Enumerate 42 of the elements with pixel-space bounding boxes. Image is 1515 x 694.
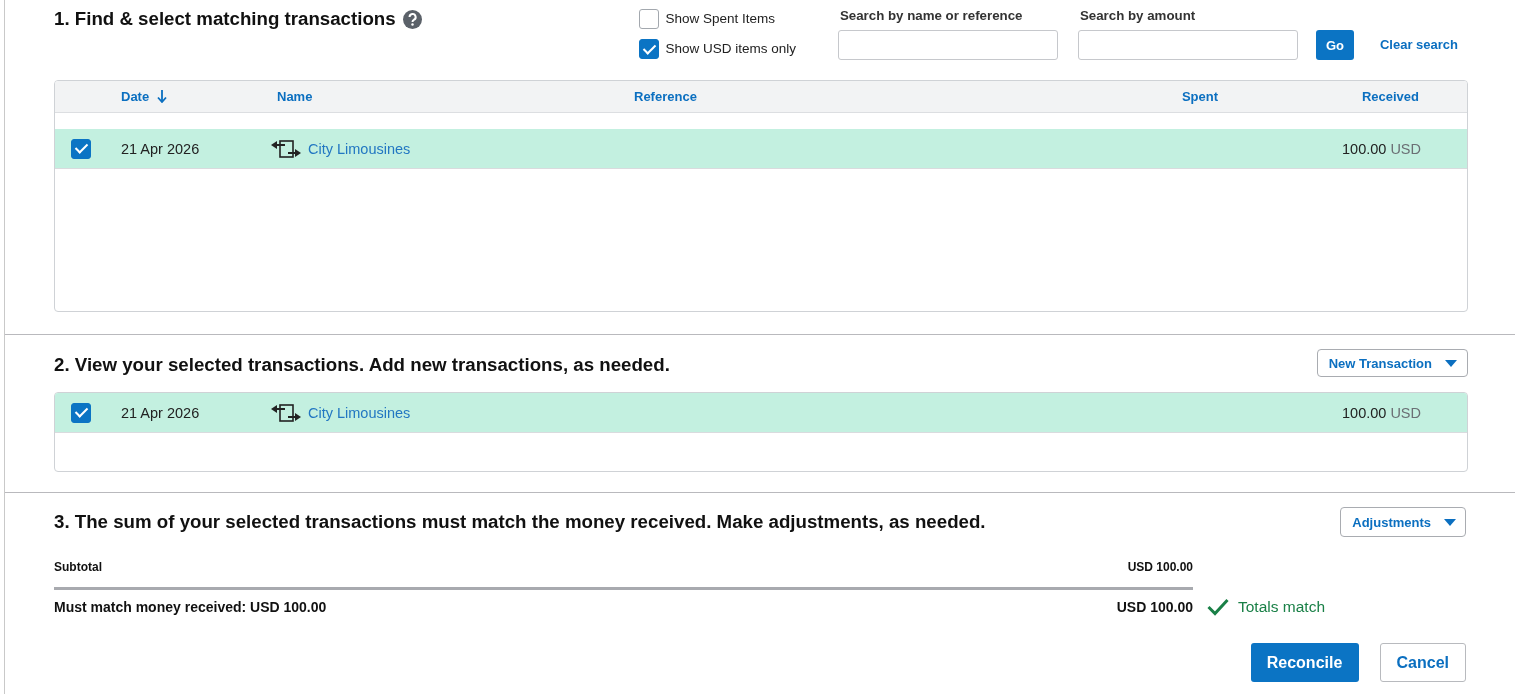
section-title: 1. Find & select matching transactions	[54, 8, 396, 30]
cancel-button[interactable]: Cancel	[1379, 643, 1466, 682]
field-label: Search by name or reference	[839, 8, 1023, 24]
must-match-label: Must match money received: USD 100.00	[54, 599, 327, 615]
caret-icon	[1445, 359, 1457, 367]
checkbox[interactable]	[639, 9, 660, 29]
name-link[interactable]: City Limousines	[308, 140, 411, 157]
name-link[interactable]: City Limousines	[308, 404, 411, 421]
subtotal-label: Subtotal	[54, 560, 102, 574]
new-transaction-button[interactable]: New Transaction	[1316, 349, 1468, 377]
transfer-icon	[271, 401, 301, 424]
clear-search-link[interactable]: Clear search	[1379, 37, 1458, 53]
checkbox-label[interactable]: Show Spent Items	[665, 10, 775, 28]
section-title: 2. View your selected transactions. Add new transactions, as needed.	[54, 354, 670, 376]
search-field[interactable]	[837, 30, 1058, 60]
checkbox[interactable]	[639, 39, 660, 59]
transfer-icon	[271, 137, 301, 160]
currency-text: USD	[1390, 404, 1421, 421]
reconcile-button[interactable]: Reconcile	[1250, 643, 1359, 682]
search-field[interactable]	[1077, 30, 1298, 60]
column-header[interactable]: Reference	[634, 88, 697, 105]
must-match-value: USD 100.00	[1116, 599, 1193, 615]
column-header[interactable]: Name	[277, 88, 313, 105]
checkbox[interactable]	[71, 138, 91, 159]
date-text: 21 Apr 2026	[121, 140, 200, 157]
field-label: Search by amount	[1079, 8, 1196, 24]
amount-text: 100.00	[1342, 140, 1387, 157]
status-text: Totals match	[1238, 598, 1325, 616]
column-header[interactable]: Received	[1361, 88, 1419, 105]
currency-text: USD	[1390, 140, 1421, 157]
column-header[interactable]: Spent	[1181, 88, 1218, 105]
help-icon[interactable]	[402, 9, 422, 29]
adjustments-button[interactable]: Adjustments	[1340, 507, 1466, 537]
section-title: 3. The sum of your selected transactions must match the money received. Make adjustments, as needed.	[54, 511, 986, 533]
amount-text: 100.00	[1342, 404, 1387, 421]
checkbox-label[interactable]: Show USD items only	[665, 40, 796, 58]
go-button[interactable]: Go	[1315, 30, 1354, 60]
subtotal-value: USD 100.00	[1127, 560, 1193, 574]
checkbox[interactable]	[71, 402, 91, 423]
date-text: 21 Apr 2026	[121, 404, 200, 421]
caret-icon	[1444, 518, 1456, 526]
column-header[interactable]: Date	[121, 88, 168, 105]
